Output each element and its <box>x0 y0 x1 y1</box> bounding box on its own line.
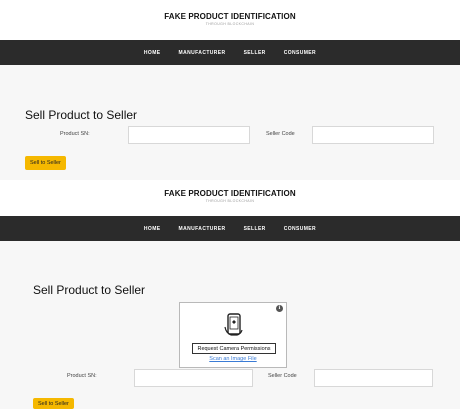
main-nav: HOME MANUFACTURER SELLER CONSUMER <box>0 216 460 241</box>
sell-form-section: Sell Product to Seller Product SN: Selle… <box>0 65 460 180</box>
sell-form-section: Sell Product to Seller i Request Camera … <box>0 241 460 409</box>
nav-manufacturer[interactable]: MANUFACTURER <box>170 226 235 232</box>
product-sn-input[interactable] <box>134 369 253 387</box>
nav-home[interactable]: HOME <box>135 226 170 232</box>
seller-code-label: Seller Code <box>268 373 297 379</box>
seller-code-input[interactable] <box>314 369 433 387</box>
scan-image-file-link[interactable]: Scan an Image File <box>180 356 286 362</box>
main-nav: HOME MANUFACTURER SELLER CONSUMER <box>0 40 460 65</box>
nav-consumer[interactable]: CONSUMER <box>275 50 325 56</box>
brand-subtitle: THROUGH BLOCKCHAIN <box>205 22 255 26</box>
request-camera-permissions-button[interactable]: Request Camera Permissions <box>192 343 276 354</box>
page-title: Sell Product to Seller <box>33 283 146 297</box>
brand-title: FAKE PRODUCT IDENTIFICATION <box>164 189 296 198</box>
nav-consumer[interactable]: CONSUMER <box>275 226 325 232</box>
product-sn-label: Product SN: <box>67 373 97 379</box>
nav-seller[interactable]: SELLER <box>235 226 275 232</box>
seller-code-input[interactable] <box>312 126 434 144</box>
nav-manufacturer[interactable]: MANUFACTURER <box>170 50 235 56</box>
qr-scanner-panel: i Request Camera Permissions Scan an Ima… <box>179 302 287 368</box>
nav-home[interactable]: HOME <box>135 50 170 56</box>
brand-title: FAKE PRODUCT IDENTIFICATION <box>164 12 296 21</box>
product-sn-label: Product SN: <box>60 131 90 137</box>
site-header: FAKE PRODUCT IDENTIFICATION THROUGH BLOC… <box>0 0 460 40</box>
seller-code-label: Seller Code <box>266 131 295 137</box>
sell-to-seller-button[interactable]: Sell to Seller <box>33 398 74 409</box>
nav-seller[interactable]: SELLER <box>235 50 275 56</box>
brand-subtitle: THROUGH BLOCKCHAIN <box>205 199 255 203</box>
product-sn-input[interactable] <box>128 126 250 144</box>
sell-to-seller-button[interactable]: Sell to Seller <box>25 156 66 170</box>
site-header: FAKE PRODUCT IDENTIFICATION THROUGH BLOC… <box>0 180 460 216</box>
page-title: Sell Product to Seller <box>25 108 138 122</box>
info-icon[interactable]: i <box>276 305 283 312</box>
phone-camera-icon <box>224 313 243 336</box>
